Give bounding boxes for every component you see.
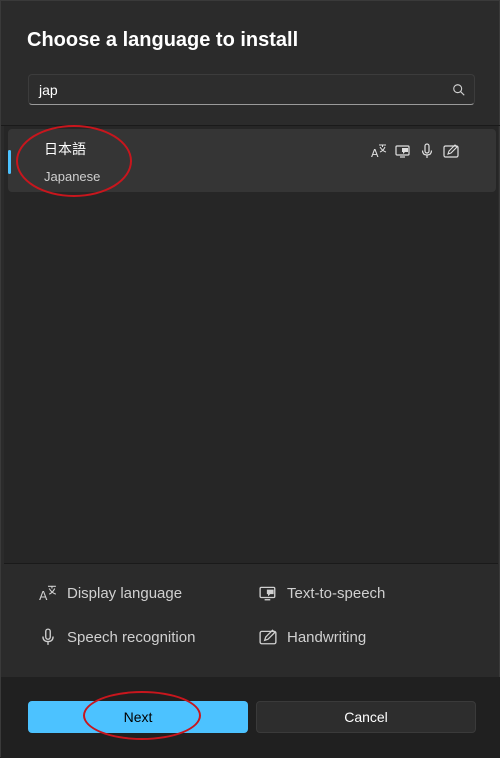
search-icon[interactable] [452,83,466,97]
legend-label: Handwriting [287,628,367,646]
list-item-japanese[interactable]: 日本語 Japanese A [8,129,496,192]
legend-text-to-speech: Text-to-speech [259,584,385,602]
svg-text:A: A [371,147,379,159]
handwriting-icon [259,629,277,645]
dialog-title: Choose a language to install [27,29,299,51]
feature-icons: A [371,143,459,163]
search-input-value: jap [39,82,58,98]
next-button[interactable]: Next [28,701,248,733]
search-input[interactable]: jap [28,74,475,105]
legend-label: Speech recognition [67,628,196,646]
text-to-speech-icon [259,586,276,601]
legend-label: Text-to-speech [287,584,386,602]
handwriting-icon [443,144,459,158]
legend-label: Display language [67,584,183,602]
speech-recognition-icon [421,143,433,158]
display-language-icon: A [371,144,387,159]
language-results-list: 日本語 Japanese A [4,126,498,563]
dialog-footer: Next Cancel [1,677,500,758]
svg-text:A: A [39,589,48,602]
display-language-icon: A [39,585,57,602]
install-language-dialog: Choose a language to install jap 日本語 Jap… [0,0,500,758]
language-native-name: 日本語 [44,142,86,158]
speech-recognition-icon [42,628,54,645]
language-english-name: Japanese [44,169,101,184]
cancel-button[interactable]: Cancel [256,701,476,733]
feature-legend: A Display language Text-to-speech Speech… [1,564,500,676]
text-to-speech-icon [395,145,410,158]
selection-indicator [8,150,11,174]
legend-handwriting: Handwriting [259,628,366,646]
legend-speech-recognition: Speech recognition [39,628,195,646]
legend-display-language: A Display language [39,584,183,603]
